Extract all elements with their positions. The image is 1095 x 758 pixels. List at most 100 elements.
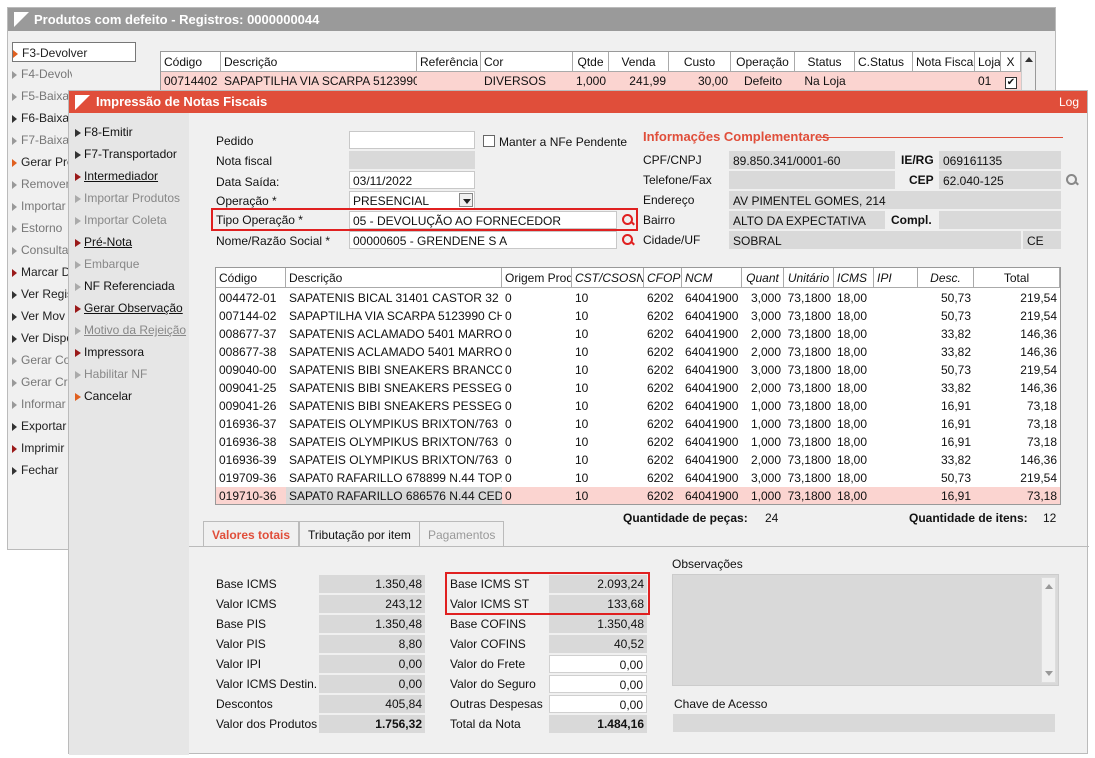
table-row[interactable]: 016936-38 SAPATEIS OLYMPIKUS BRIXTON/763 …	[216, 433, 1060, 451]
grid-header[interactable]: Código	[161, 52, 221, 72]
back-menu-item[interactable]: Ver Regis	[12, 284, 72, 304]
scroll-up-icon[interactable]	[1044, 584, 1053, 589]
total-value[interactable]: 0,00	[549, 655, 647, 673]
table-cell: 73,18	[1026, 435, 1057, 449]
menu-intermediador[interactable]: Intermediador	[75, 166, 158, 186]
menu-gerar-observacao[interactable]: Gerar Observação	[75, 298, 183, 318]
observacoes-textarea[interactable]	[672, 574, 1059, 686]
grid-header[interactable]: Status	[795, 52, 855, 72]
table-cell: 008677-37	[219, 327, 277, 341]
back-menu-item[interactable]: Imprimir	[12, 438, 72, 458]
back-menu-item[interactable]: F5-Baixar	[12, 86, 72, 106]
table-row[interactable]: 008677-37 SAPATENIS ACLAMADO 5401 MARROM …	[216, 325, 1060, 343]
grid-header[interactable]: Descrição	[286, 268, 502, 288]
invoice-items-grid[interactable]: Código Descrição Origem Prod CST/CSOSN CFOP N…	[215, 267, 1061, 505]
menu-impressora[interactable]: Impressora	[75, 342, 144, 362]
back-menu-item[interactable]: F3-Devolver	[12, 42, 136, 62]
menu-motivo-rejeicao[interactable]: Motivo da Rejeição	[75, 320, 186, 340]
menu-pre-nota[interactable]: Pré-Nota	[75, 232, 132, 252]
grid-header[interactable]: Total	[974, 268, 1060, 288]
back-menu-item[interactable]: Estorno	[12, 218, 72, 238]
grid-header[interactable]: Referência	[417, 52, 481, 72]
grid-header[interactable]: Venda	[609, 52, 669, 72]
manter-nfe-checkbox[interactable]	[483, 135, 495, 147]
back-menu-item[interactable]: Remover	[12, 174, 72, 194]
grid-header[interactable]: NCM	[682, 268, 742, 288]
menu-cancelar[interactable]: Cancelar	[75, 386, 132, 406]
back-menu-item[interactable]: Exportar	[12, 416, 72, 436]
grid-header[interactable]: ICMS	[834, 268, 874, 288]
data-saida-input[interactable]: 03/11/2022	[349, 171, 475, 189]
menu-nf-referenciada[interactable]: NF Referenciada	[75, 276, 175, 296]
table-row[interactable]: 008677-38 SAPATENIS ACLAMADO 5401 MARROM …	[216, 343, 1060, 361]
search-icon[interactable]	[622, 234, 635, 247]
menu-importar-coleta[interactable]: Importar Coleta	[75, 210, 167, 230]
ie-label: IE/RG	[901, 153, 934, 167]
grid-header[interactable]: Descrição	[221, 52, 417, 72]
tab-tributacao[interactable]: Tributação por item	[299, 521, 420, 547]
table-row[interactable]: 016936-39 SAPATEIS OLYMPIKUS BRIXTON/763 …	[216, 451, 1060, 469]
table-row[interactable]: 009041-26 SAPATENIS BIBI SNEAKERS PESSEGO…	[216, 397, 1060, 415]
table-row[interactable]: 009040-00 SAPATENIS BIBI SNEAKERS BRANCO/…	[216, 361, 1060, 379]
back-menu-item[interactable]: Ver Mov	[12, 306, 72, 326]
grid-header[interactable]: Operação	[731, 52, 795, 72]
operacao-select[interactable]: PRESENCIAL	[349, 191, 475, 209]
grid-header[interactable]: Desc.	[918, 268, 974, 288]
scroll-up-icon[interactable]	[1024, 57, 1033, 62]
back-menu-item[interactable]: F4-Devolver Cliente	[12, 64, 72, 84]
menu-embarque[interactable]: Embarque	[75, 254, 139, 274]
grid-header[interactable]: Quant	[742, 268, 784, 288]
nome-razao-input[interactable]: 00000605 - GRENDENE S A	[349, 231, 617, 249]
table-cell: 73,18	[1026, 489, 1057, 503]
defect-products-grid[interactable]: Código Descrição Referência Cor Qtde Ven…	[160, 51, 1036, 91]
grid-header[interactable]: Código	[216, 268, 286, 288]
grid-header[interactable]: Nota Fiscal	[913, 52, 975, 72]
table-row[interactable]: 007144-02 SAPAPTILHA VIA SCARPA 5123990 C…	[216, 307, 1060, 325]
table-row[interactable]: 019709-36 SAPAT0 RAFARILLO 678899 N.44 TO…	[216, 469, 1060, 487]
grid-header[interactable]: Qtde	[573, 52, 609, 72]
menu-importar-produtos[interactable]: Importar Produtos	[75, 188, 180, 208]
table-row[interactable]: 016936-37 SAPATEIS OLYMPIKUS BRIXTON/763 …	[216, 415, 1060, 433]
tab-pagamentos[interactable]: Pagamentos	[419, 521, 505, 547]
back-menu-item[interactable]: Gerar Co	[12, 350, 72, 370]
menu-transportador[interactable]: F7-Transportador	[75, 144, 177, 164]
menu-habilitar-nf[interactable]: Habilitar NF	[75, 364, 147, 384]
grid-header[interactable]: CFOP	[644, 268, 682, 288]
grid-header[interactable]: X	[1001, 52, 1021, 72]
back-menu-item[interactable]: Gerar Pré	[12, 152, 72, 172]
grid-header[interactable]: Loja	[975, 52, 1001, 72]
cep-search-icon[interactable]	[1066, 174, 1079, 187]
table-cell: 0	[505, 435, 512, 449]
back-menu-item[interactable]: F6-Baixar	[12, 108, 72, 128]
back-menu-item[interactable]: Consultar	[12, 240, 72, 260]
grid-header[interactable]: Custo	[669, 52, 731, 72]
back-menu-item[interactable]: Informar	[12, 394, 72, 414]
total-value[interactable]: 0,00	[549, 675, 647, 693]
back-menu-item[interactable]: Marcar D	[12, 262, 72, 282]
back-menu-item[interactable]: Ver Dispo	[12, 328, 72, 348]
log-link[interactable]: Log	[1059, 91, 1079, 113]
back-menu-item[interactable]: Fechar	[12, 460, 72, 480]
table-row[interactable]: 009041-25 SAPATENIS BIBI SNEAKERS PESSEGO…	[216, 379, 1060, 397]
total-value[interactable]: 0,00	[549, 695, 647, 713]
dropdown-arrow-icon[interactable]	[459, 193, 473, 207]
scroll-down-icon[interactable]	[1045, 671, 1053, 676]
tab-valores-totais[interactable]: Valores totais	[203, 521, 300, 547]
back-menu-item[interactable]: F7-Baixar	[12, 130, 72, 150]
grid-header[interactable]: IPI	[874, 268, 918, 288]
back-menu-item[interactable]: Importar	[12, 196, 72, 216]
table-row[interactable]: 019710-36 SAPAT0 RAFARILLO 686576 N.44 CE…	[216, 487, 1060, 504]
grid-header[interactable]: Unitário	[784, 268, 834, 288]
grid-header[interactable]: C.Status	[855, 52, 913, 72]
observacoes-scrollbar[interactable]	[1041, 577, 1056, 683]
grid-header[interactable]: Origem Prod	[502, 268, 572, 288]
table-row[interactable]: 004472-01 SAPATENIS BICAL 31401 CASTOR 32…	[216, 289, 1060, 307]
grid-header[interactable]: Cor	[481, 52, 573, 72]
grid-header[interactable]: CST/CSOSN	[572, 268, 644, 288]
pedido-input[interactable]	[349, 131, 475, 149]
row-checkbox[interactable]: ✔	[1001, 72, 1021, 90]
table-cell: SAPAPTILHA VIA SCARPA 5123990 CHUM	[289, 309, 502, 323]
menu-emitir[interactable]: F8-Emitir	[75, 122, 133, 142]
grid-scrollbar[interactable]	[1021, 52, 1035, 90]
back-menu-item[interactable]: Gerar Cr	[12, 372, 72, 392]
